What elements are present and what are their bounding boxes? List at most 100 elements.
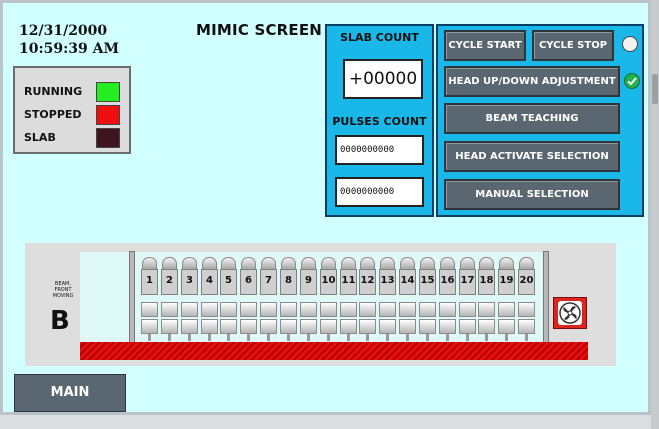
legend-slab-swatch xyxy=(96,128,120,148)
manual-selection-button[interactable]: MANUAL SELECTION xyxy=(444,179,620,210)
roller-lower-block xyxy=(340,319,357,334)
beam-teaching-button[interactable]: BEAM TEACHING xyxy=(444,103,620,134)
roller-stem xyxy=(426,334,429,341)
roller-12: 12 xyxy=(359,257,376,341)
cycle-start-button[interactable]: CYCLE START xyxy=(444,30,526,61)
roller-number: 10 xyxy=(320,269,337,295)
roller-8: 8 xyxy=(280,257,297,341)
roller-lower-block xyxy=(220,319,237,334)
roller-number: 6 xyxy=(240,269,257,295)
roller-stem xyxy=(227,334,230,341)
head-activate-selection-button[interactable]: HEAD ACTIVATE SELECTION xyxy=(444,141,620,172)
roller-number: 5 xyxy=(220,269,237,295)
roller-number: 16 xyxy=(439,269,456,295)
head-updown-adjustment-button[interactable]: HEAD UP/DOWN ADJUSTMENT xyxy=(444,66,620,97)
roller-stem xyxy=(188,334,191,341)
roller-lower-block xyxy=(518,319,535,334)
roller-stem xyxy=(347,334,350,341)
roller-5: 5 xyxy=(220,257,237,341)
roller-13: 13 xyxy=(379,257,396,341)
screen-title: MIMIC SCREEN xyxy=(196,21,323,39)
slab-floor xyxy=(80,342,588,360)
roller-number: 7 xyxy=(260,269,277,295)
roller-lower-block xyxy=(201,319,218,334)
legend-slab: SLAB xyxy=(24,128,124,148)
legend-stopped-label: STOPPED xyxy=(24,108,82,121)
roller-lower-block xyxy=(439,319,456,334)
roller-lower-block xyxy=(320,319,337,334)
roller-stem xyxy=(525,334,528,341)
roller-stem xyxy=(466,334,469,341)
roller-stem xyxy=(446,334,449,341)
roller-lower-block xyxy=(260,319,277,334)
roller-stem xyxy=(148,334,151,341)
roller-upper-block xyxy=(359,302,376,317)
bottom-strip xyxy=(0,415,651,429)
roller-stem xyxy=(307,334,310,341)
roller-stem xyxy=(406,334,409,341)
roller-20: 20 xyxy=(518,257,535,341)
roller-number: 8 xyxy=(280,269,297,295)
scrollbar-thumb[interactable] xyxy=(652,74,658,104)
roller-number: 4 xyxy=(201,269,218,295)
roller-4: 4 xyxy=(201,257,218,341)
legend-running-swatch xyxy=(96,82,120,102)
beam-letter: B xyxy=(50,306,70,336)
roller-number: 11 xyxy=(340,269,357,295)
roller-1: 1 xyxy=(141,257,158,341)
legend-slab-label: SLAB xyxy=(24,131,56,144)
main-button[interactable]: MAIN xyxy=(14,374,126,412)
roller-19: 19 xyxy=(498,257,515,341)
roller-15: 15 xyxy=(419,257,436,341)
roller-2: 2 xyxy=(161,257,178,341)
legend-stopped-swatch xyxy=(96,105,120,125)
roller-14: 14 xyxy=(399,257,416,341)
roller-number: 12 xyxy=(359,269,376,295)
roller-7: 7 xyxy=(260,257,277,341)
roller-upper-block xyxy=(181,302,198,317)
roller-lower-block xyxy=(240,319,257,334)
roller-upper-block xyxy=(379,302,396,317)
legend-running-label: RUNNING xyxy=(24,85,83,98)
roller-stem xyxy=(267,334,270,341)
slab-count-field[interactable]: +00000 xyxy=(343,59,423,99)
roller-upper-block xyxy=(320,302,337,317)
roller-lower-block xyxy=(399,319,416,334)
roller-16: 16 xyxy=(439,257,456,341)
roller-9: 9 xyxy=(300,257,317,341)
fan-icon xyxy=(553,297,587,329)
roller-lower-block xyxy=(419,319,436,334)
roller-upper-block xyxy=(459,302,476,317)
roller-upper-block xyxy=(340,302,357,317)
pulses-count-field-1[interactable]: 0000000000 xyxy=(335,135,424,165)
scrollbar[interactable] xyxy=(651,0,659,429)
roller-lower-block xyxy=(379,319,396,334)
date-text: 12/31/2000 xyxy=(19,23,108,39)
count-panel: SLAB COUNT +00000 PULSES COUNT 000000000… xyxy=(325,24,434,217)
roller-upper-block xyxy=(201,302,218,317)
roller-17: 17 xyxy=(459,257,476,341)
check-icon xyxy=(624,73,640,89)
roller-lower-block xyxy=(459,319,476,334)
cycle-stop-button[interactable]: CYCLE STOP xyxy=(532,30,614,61)
roller-upper-block xyxy=(240,302,257,317)
roller-stem xyxy=(485,334,488,341)
roller-lower-block xyxy=(141,319,158,334)
roller-lower-block xyxy=(498,319,515,334)
roller-lower-block xyxy=(161,319,178,334)
roller-upper-block xyxy=(399,302,416,317)
roller-upper-block xyxy=(220,302,237,317)
cycle-status-indicator xyxy=(622,36,638,52)
roller-stem xyxy=(208,334,211,341)
roller-18: 18 xyxy=(478,257,495,341)
pulses-count-field-2[interactable]: 0000000000 xyxy=(335,177,424,207)
roller-stem xyxy=(366,334,369,341)
roller-stem xyxy=(505,334,508,341)
roller-stem xyxy=(386,334,389,341)
legend-running: RUNNING xyxy=(24,82,124,102)
roller-lower-block xyxy=(478,319,495,334)
roller-upper-block xyxy=(518,302,535,317)
beam-label: BEAM, FRONT MOVING xyxy=(52,281,74,299)
left-post xyxy=(129,251,135,343)
roller-number: 2 xyxy=(161,269,178,295)
